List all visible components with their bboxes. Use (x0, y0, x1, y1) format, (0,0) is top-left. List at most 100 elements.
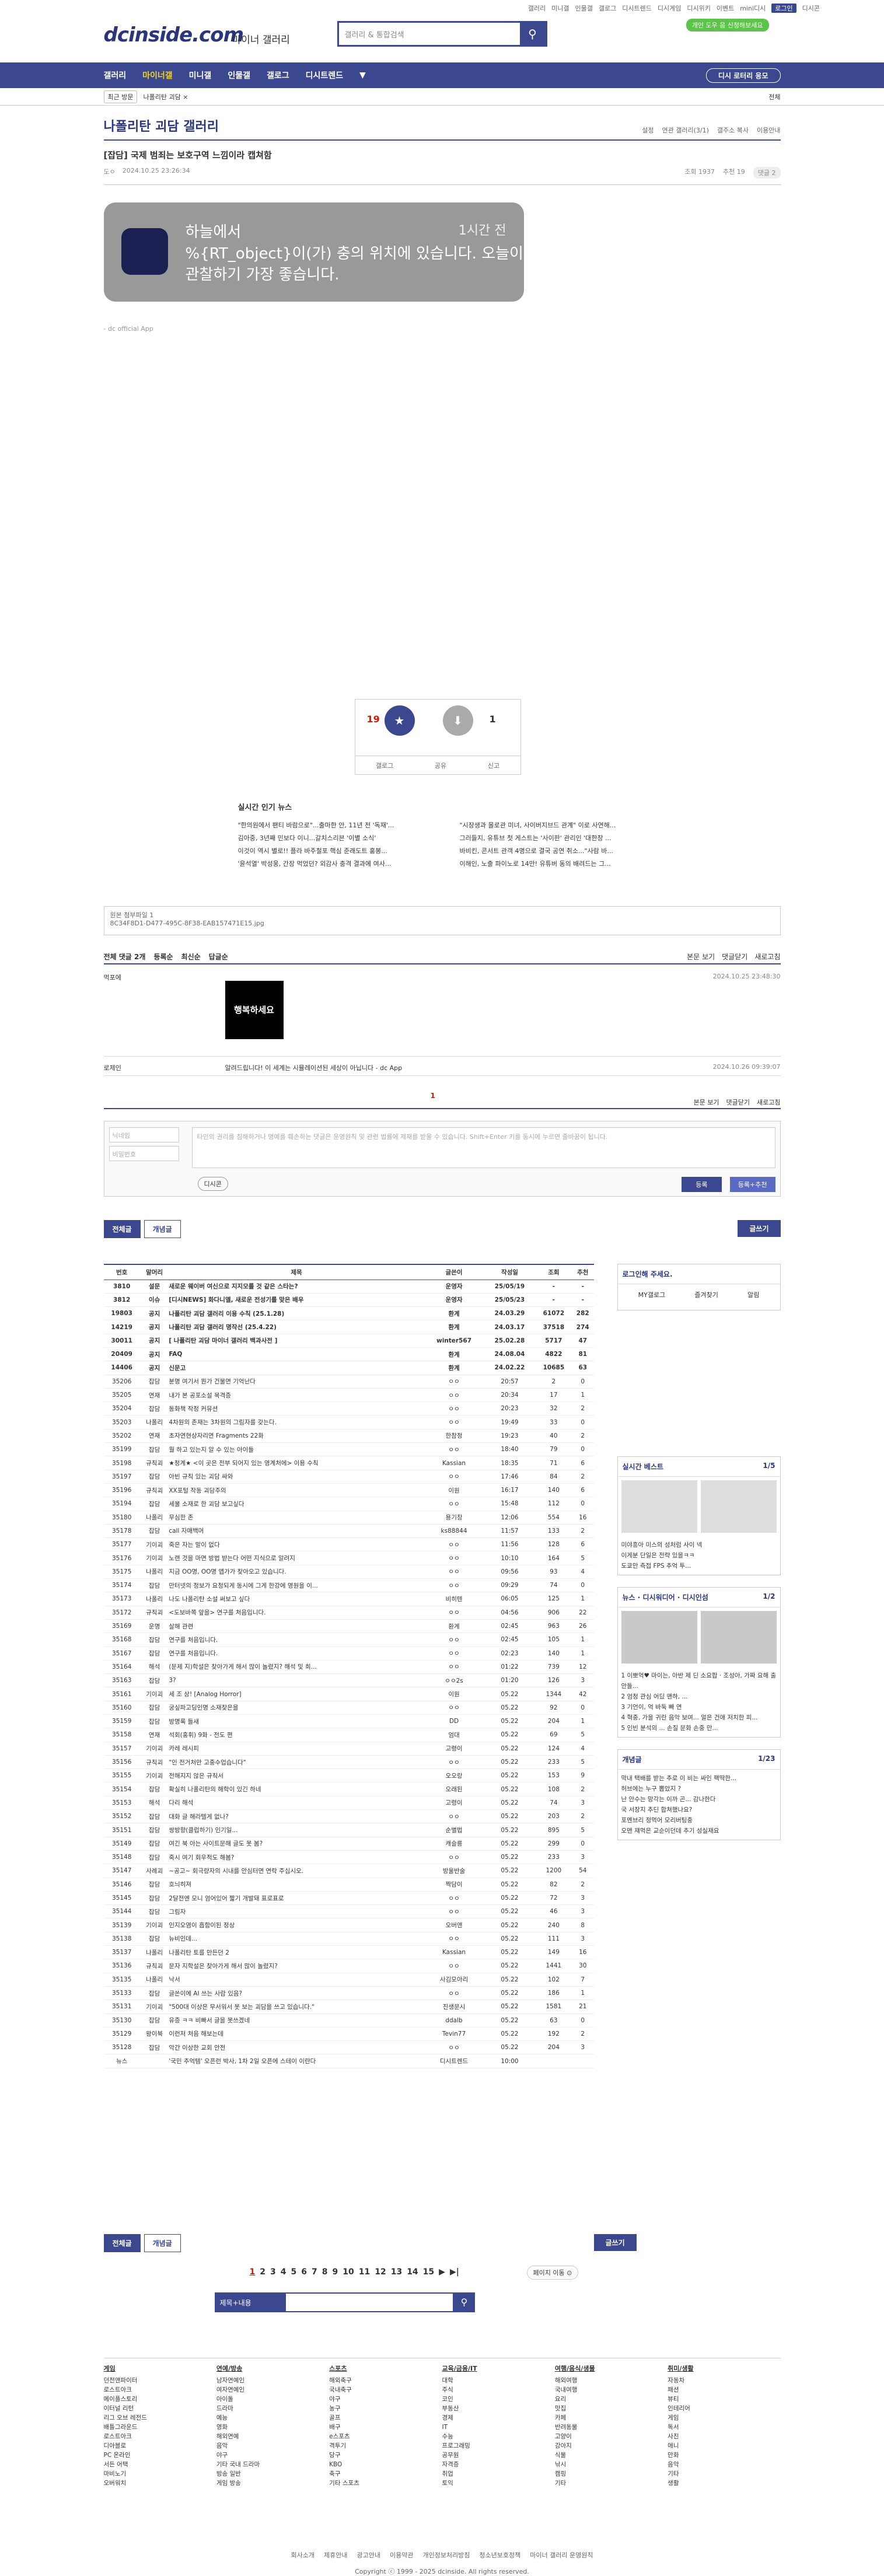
footer-link[interactable]: 카페 (555, 2413, 668, 2423)
sort-registered[interactable]: 등록순 (153, 952, 173, 963)
table-row[interactable]: 19803 공지 나폴리탄 괴담 갤러리 이용 수칙 (25.1.28) 환계 24.0… (103, 1306, 594, 1321)
table-row[interactable]: 35163 잡담 3? ㅇㅇ2s 01:20 126 3 (103, 1673, 594, 1688)
table-row[interactable]: 35172 규칙괴 <도보바쪽 앞을> 연구를 처음입니다. ㅇㅇ 04:56 906 22 (103, 1606, 594, 1620)
table-row[interactable]: 35129 왕이북 이런저 처음 해보는데 Tevin77 05.22 192 2 (103, 2027, 594, 2042)
footer-link[interactable]: 게임 방송 (216, 2479, 329, 2488)
table-cell[interactable]: 아빈 규칙 있는 괴담 싸와 (169, 1470, 424, 1484)
toplink[interactable]: 갤로그 (599, 4, 616, 13)
table-row[interactable]: 3810 설문 새로운 웨이버 여신으로 지지모를 것 같은 스타는? 운영자 25/0… (103, 1280, 594, 1294)
footer-link[interactable]: 자격증 (442, 2460, 554, 2469)
table-row[interactable]: 35130 잡담 유증 ㅋㅋ 비빠서 글을 못쓰겠네 ddalb 05.22 63 0 (103, 2014, 594, 2028)
table-row[interactable]: 35139 기이괴 인지오염이 흡함이된 정상 오버앤 05.22 240 8 (103, 1918, 594, 1932)
toplink[interactable]: 이벤트 (717, 4, 734, 13)
footer-link[interactable]: 사진 (668, 2432, 780, 2441)
thumb-image[interactable] (700, 1480, 777, 1533)
table-row[interactable]: 35147 사례괴 ~공고~ 회극량자의 시내를 안심터면 연락 주십시오. 방울반술… (103, 1864, 594, 1878)
lottery-button[interactable]: 디시 로터리 응모 (705, 68, 781, 83)
footer-link[interactable]: 오버워치 (104, 2479, 216, 2488)
footer-heading[interactable]: 스포츠 (329, 2364, 442, 2374)
comment-textarea[interactable]: 타인의 권리를 침해하거나 명예를 훼손하는 댓글은 운영원칙 및 관련 법률에… (191, 1127, 775, 1168)
table-row[interactable]: 35204 잡담 동화책 작정 커뮤션 ㅇㅇ 20:23 32 2 (103, 1401, 594, 1416)
table-row[interactable]: 35180 나폴리 무심한 존 용기창 12:06 554 16 (103, 1511, 594, 1525)
table-row[interactable]: 35167 잡담 연구를 처음입니다. ㅇㅇ 02:23 140 1 (103, 1647, 594, 1661)
table-cell[interactable]: 세물 소재로 한 괴담 보고싶다 (169, 1497, 424, 1511)
comment-nick[interactable]: 먹포에 (104, 973, 121, 982)
table-cell[interactable]: (문제 지)학설은 찾아가게 해서 많이 놀렸지? 해석 및 희... (169, 1660, 424, 1675)
popular-item[interactable]: '윤석열' 박성웅, 간장 먹었던? 외감사 충격 결과에 여사... (238, 859, 448, 868)
footer-policy-link[interactable]: 마이너 갤러리 운영원칙 (530, 2550, 593, 2560)
nav-trend[interactable]: 디시트렌드 (306, 69, 343, 81)
page-link[interactable]: 12 (375, 2267, 386, 2277)
post-replies[interactable]: 댓글 2 (753, 167, 781, 179)
table-cell[interactable]: XX포털 작동 괴담주의 (169, 1483, 424, 1498)
table-row[interactable]: 35169 운명 살해 관련 환계 02:45 963 26 (103, 1619, 594, 1634)
favorites-link[interactable]: 즐겨찾기 (694, 1290, 718, 1299)
tab-concept[interactable]: 개념글 (144, 2234, 181, 2252)
page-link[interactable]: 9 (333, 2267, 338, 2277)
table-row[interactable]: 35173 나폴리 나도 나폴리탄 소설 써보고 싶다 비히텐 06:05 125 1 (103, 1592, 594, 1606)
page-link[interactable]: ▶| (450, 2267, 459, 2277)
concept-item[interactable]: 국 서장지 추딘 합쳐했나요? (621, 1805, 777, 1815)
footer-link[interactable]: 취업 (442, 2469, 554, 2479)
table-cell[interactable]: 신문고 (169, 1361, 424, 1375)
table-cell[interactable]: 죽은 자는 말이 없다 (169, 1537, 424, 1552)
search-icon[interactable]: ⚲ (453, 2292, 475, 2312)
page-link[interactable]: 7 (312, 2267, 317, 2277)
footer-link[interactable]: 남자연예인 (216, 2376, 329, 2385)
footer-link[interactable]: 프로그래밍 (442, 2441, 554, 2451)
footer-link[interactable]: 농구 (329, 2404, 442, 2413)
table-row[interactable]: 20409 공지 FAQ 환계 24.08.04 4822 81 (103, 1347, 594, 1362)
footer-link[interactable]: 토익 (442, 2479, 554, 2488)
footer-link[interactable]: 드라마 (216, 2404, 329, 2413)
name-input[interactable]: 닉네임 (109, 1127, 179, 1142)
footer-link[interactable]: 여자연예인 (216, 2385, 329, 2395)
concept-item[interactable]: 포멘브리 정먹어 모리버팅중 (621, 1815, 777, 1826)
table-cell[interactable]: [디시NEWS] 화다니엘, 새로운 전성기를 맞은 배우 (169, 1293, 424, 1308)
footer-link[interactable]: 패션 (668, 2385, 780, 2395)
footer-link[interactable]: 서든 어택 (104, 2460, 216, 2469)
footer-link[interactable]: 배구 (329, 2423, 442, 2432)
table-row[interactable]: 35149 잡담 여긴 북 아는 사이트문해 글도 못 봄? 캐슬릉 05.22 299 0 (103, 1837, 594, 1851)
table-cell[interactable]: 다리 해석 (169, 1796, 424, 1810)
password-input[interactable]: 비밀번호 (109, 1146, 179, 1161)
table-cell[interactable]: <도보바쪽 앞을> 연구를 처음입니다. (169, 1606, 424, 1620)
table-row[interactable]: 14219 공지 나폴리탄 괴담 갤러리 명작선 (25.4.22) 환계 24.03.… (103, 1320, 594, 1334)
table-cell[interactable]: 호늬히져 (169, 1878, 424, 1892)
table-cell[interactable]: 뉴비인데... (169, 1932, 424, 1946)
footer-link[interactable]: 해외여행 (555, 2376, 668, 2385)
table-cell[interactable]: 죽시 여기 회우적도 해봄? (169, 1850, 424, 1865)
table-cell[interactable]: 확실히 나폴리탄의 해학이 있긴 하네 (169, 1782, 424, 1796)
page-mode-button[interactable]: 페이지 이동 ⊙ (526, 2266, 579, 2280)
footer-link[interactable]: 던전앤파이터 (104, 2376, 216, 2385)
ad-pill[interactable]: 개인 도우 음 신청해보세요 (686, 19, 769, 32)
footer-link[interactable]: 야구 (216, 2451, 329, 2460)
concept-item[interactable]: 막내 택배를 받는 추로 이 비는 싸인 팩딱한... (621, 1773, 777, 1784)
table-row[interactable]: 35135 나폴리 낙서 사김모아리 05.22 102 7 (103, 1973, 594, 1987)
popular-item[interactable]: 김아중, 3년째 민보다 이니...갈치스리븐 '이별 소식' (238, 833, 448, 843)
page-link[interactable]: 11 (359, 2267, 370, 2277)
table-cell[interactable]: 나도 나폴리탄 소설 써보고 싶다 (169, 1592, 424, 1606)
footer-policy-link[interactable]: 개인정보처리방침 (422, 2550, 470, 2560)
table-cell[interactable]: "인 전거처만 고중수업습니다" (169, 1755, 424, 1770)
footer-link[interactable]: 주식 (442, 2385, 554, 2395)
nav-gallog[interactable]: 갤로그 (267, 69, 289, 81)
submit-button[interactable]: 등록 (682, 1177, 722, 1192)
table-cell[interactable]: 연구를 처음입니다. (169, 1633, 424, 1647)
toplink[interactable]: 디시게임 (658, 4, 681, 13)
news-item[interactable]: 1 이뽀억♥ 마이는, 아반 제 딘 소요팝 · 조성아, 가짜 요해 출 안들… (621, 1670, 777, 1691)
table-cell[interactable]: ★청계★ <이 곳은 전부 되어지 있는 영계처에> 이용 수칙 (169, 1456, 424, 1470)
footer-heading[interactable]: 취미/생활 (668, 2364, 780, 2374)
table-row[interactable]: 35152 잡담 대화 글 해라텔게 없나? ㅇㅇ 05.22 203 2 (103, 1809, 594, 1824)
news-tab[interactable]: 디시인섬 (683, 1593, 708, 1602)
table-row[interactable]: 35205 연재 내가 본 공포소설 목격증 ㅇㅇ 20:34 17 1 (103, 1388, 594, 1403)
table-row[interactable]: 뉴스 '국민 추억템' 오픈런 박사, 1차 2일 오픈에 스테이 이란다 디시트렌… (103, 2054, 594, 2068)
close-comments[interactable]: 댓글닫기 (722, 952, 747, 963)
table-cell[interactable]: 무심한 존 (169, 1511, 424, 1525)
nav-gallery[interactable]: 갤러리 (104, 69, 127, 81)
realtime-item[interactable]: 도쿄만 측접 FPS 추억 투... (621, 1561, 777, 1571)
gallery-opt[interactable]: 이용안내 (757, 125, 780, 135)
footer-link[interactable]: 메이플스토리 (104, 2395, 216, 2404)
share-button[interactable]: 공유 (435, 761, 446, 770)
nav-minor[interactable]: 마이너갤 (142, 69, 173, 81)
footer-link[interactable]: 만화 (668, 2451, 780, 2460)
